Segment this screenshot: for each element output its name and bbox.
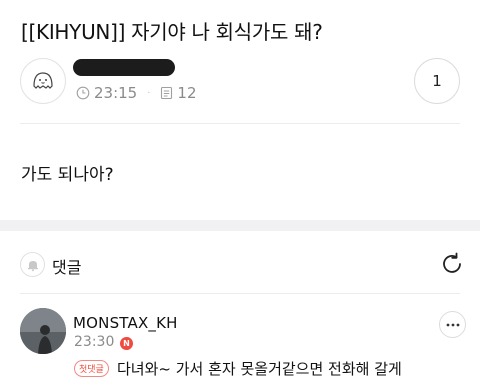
post-title: [[KIHYUN]] 자기야 나 회식가도 돼? xyxy=(21,20,323,44)
more-button[interactable] xyxy=(439,311,466,338)
first-comment-badge: 첫댓글 xyxy=(74,360,109,377)
author-row: 23:15 · 12 1 xyxy=(20,58,460,104)
commenter-avatar[interactable] xyxy=(20,308,66,354)
ghost-avatar-icon xyxy=(33,72,53,89)
post-meta: 23:15 · 12 xyxy=(76,84,197,102)
author-name-redacted xyxy=(73,59,175,76)
divider xyxy=(20,123,460,124)
bell-icon[interactable] xyxy=(20,252,45,277)
comments-label: 댓글 xyxy=(52,258,82,277)
avatar-photo xyxy=(20,308,66,354)
comment-text: 다녀와~ 가서 혼자 못올거같으면 전화해 갈게 xyxy=(117,360,402,378)
comments-header: 댓글 xyxy=(20,251,465,279)
commenter-name[interactable]: MONSTAX_KH xyxy=(73,314,178,332)
refresh-icon[interactable] xyxy=(439,251,465,277)
post-time: 23:15 xyxy=(94,84,138,102)
meta-separator: · xyxy=(147,87,151,99)
clock-icon xyxy=(76,86,90,100)
view-count: 12 xyxy=(177,84,197,102)
new-badge: N xyxy=(120,337,133,350)
post-body: 가도 되나아? xyxy=(21,165,114,185)
like-count-button[interactable]: 1 xyxy=(414,58,460,104)
document-icon xyxy=(161,86,173,100)
author-avatar[interactable] xyxy=(20,58,66,104)
divider xyxy=(20,293,460,294)
comment-item: MONSTAX_KH 23:30 N 첫댓글 다녀와~ 가서 혼자 못올거같으면… xyxy=(20,308,466,388)
section-separator xyxy=(0,220,480,231)
comment-time: 23:30 xyxy=(74,334,115,350)
bell-glyph xyxy=(27,260,38,271)
more-icon xyxy=(446,323,459,326)
